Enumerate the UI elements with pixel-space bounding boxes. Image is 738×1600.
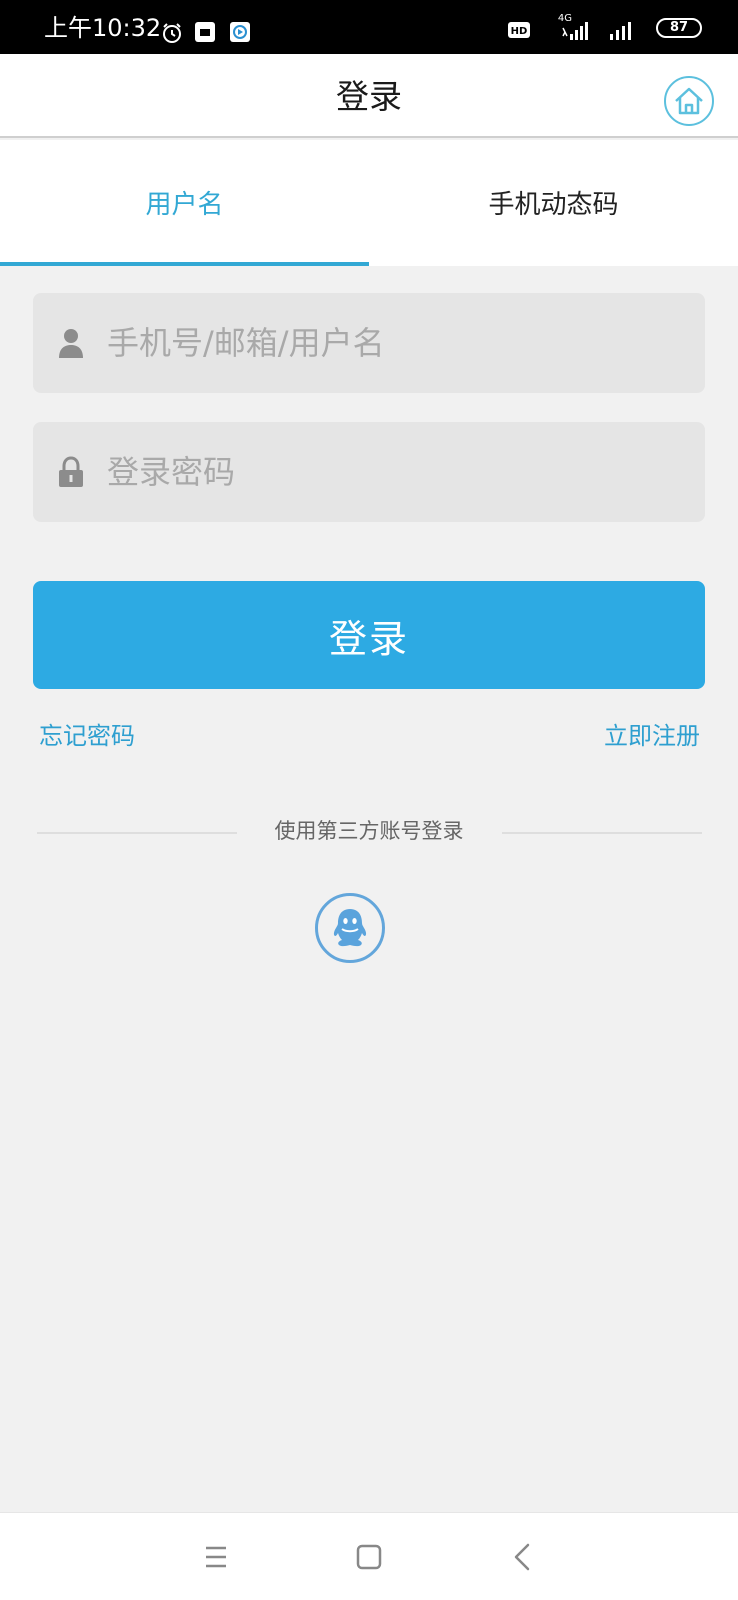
login-button[interactable]: 登录 [33, 581, 705, 689]
alarm-icon [163, 23, 181, 43]
back-icon[interactable] [506, 1539, 542, 1575]
system-nav-bar [0, 1512, 738, 1600]
status-bar: 上午10:32 HD 4G 87 [0, 0, 738, 54]
register-link[interactable]: 立即注册 [604, 719, 700, 753]
menu-icon[interactable] [198, 1539, 234, 1575]
username-field[interactable] [33, 293, 705, 393]
page-title: 登录 [336, 77, 402, 116]
qq-login-button[interactable] [315, 893, 385, 963]
tab-sms-code[interactable]: 手机动态码 [369, 140, 738, 266]
third-party-label: 使用第三方账号登录 [274, 819, 464, 843]
battery-level: 87 [669, 20, 689, 35]
battery-icon: 87 [656, 18, 702, 38]
login-tabs: 用户名 手机动态码 [0, 140, 738, 266]
hd-icon: HD [508, 22, 530, 38]
user-icon [59, 329, 83, 358]
status-time: 上午10:32 [44, 14, 162, 42]
forgot-password-link[interactable]: 忘记密码 [39, 719, 135, 753]
home-icon [675, 87, 703, 115]
lock-icon [59, 456, 83, 487]
password-field[interactable] [33, 422, 705, 522]
password-input[interactable] [107, 422, 687, 522]
tab-username[interactable]: 用户名 [0, 140, 369, 266]
media-app-icon [230, 22, 250, 42]
login-screen: 上午10:32 HD 4G 87 登录 用户名 手机动态码 手机号/邮箱/用户名… [0, 0, 738, 1600]
mi-app-icon [195, 22, 215, 42]
svg-text:HD: HD [511, 26, 528, 37]
header: 登录 [0, 54, 738, 138]
qq-icon [333, 909, 367, 947]
signal-4g-icon [562, 22, 588, 40]
home-button[interactable] [664, 76, 714, 126]
signal-icon [610, 22, 631, 40]
home-nav-icon[interactable] [351, 1539, 387, 1575]
username-input[interactable] [107, 293, 687, 393]
